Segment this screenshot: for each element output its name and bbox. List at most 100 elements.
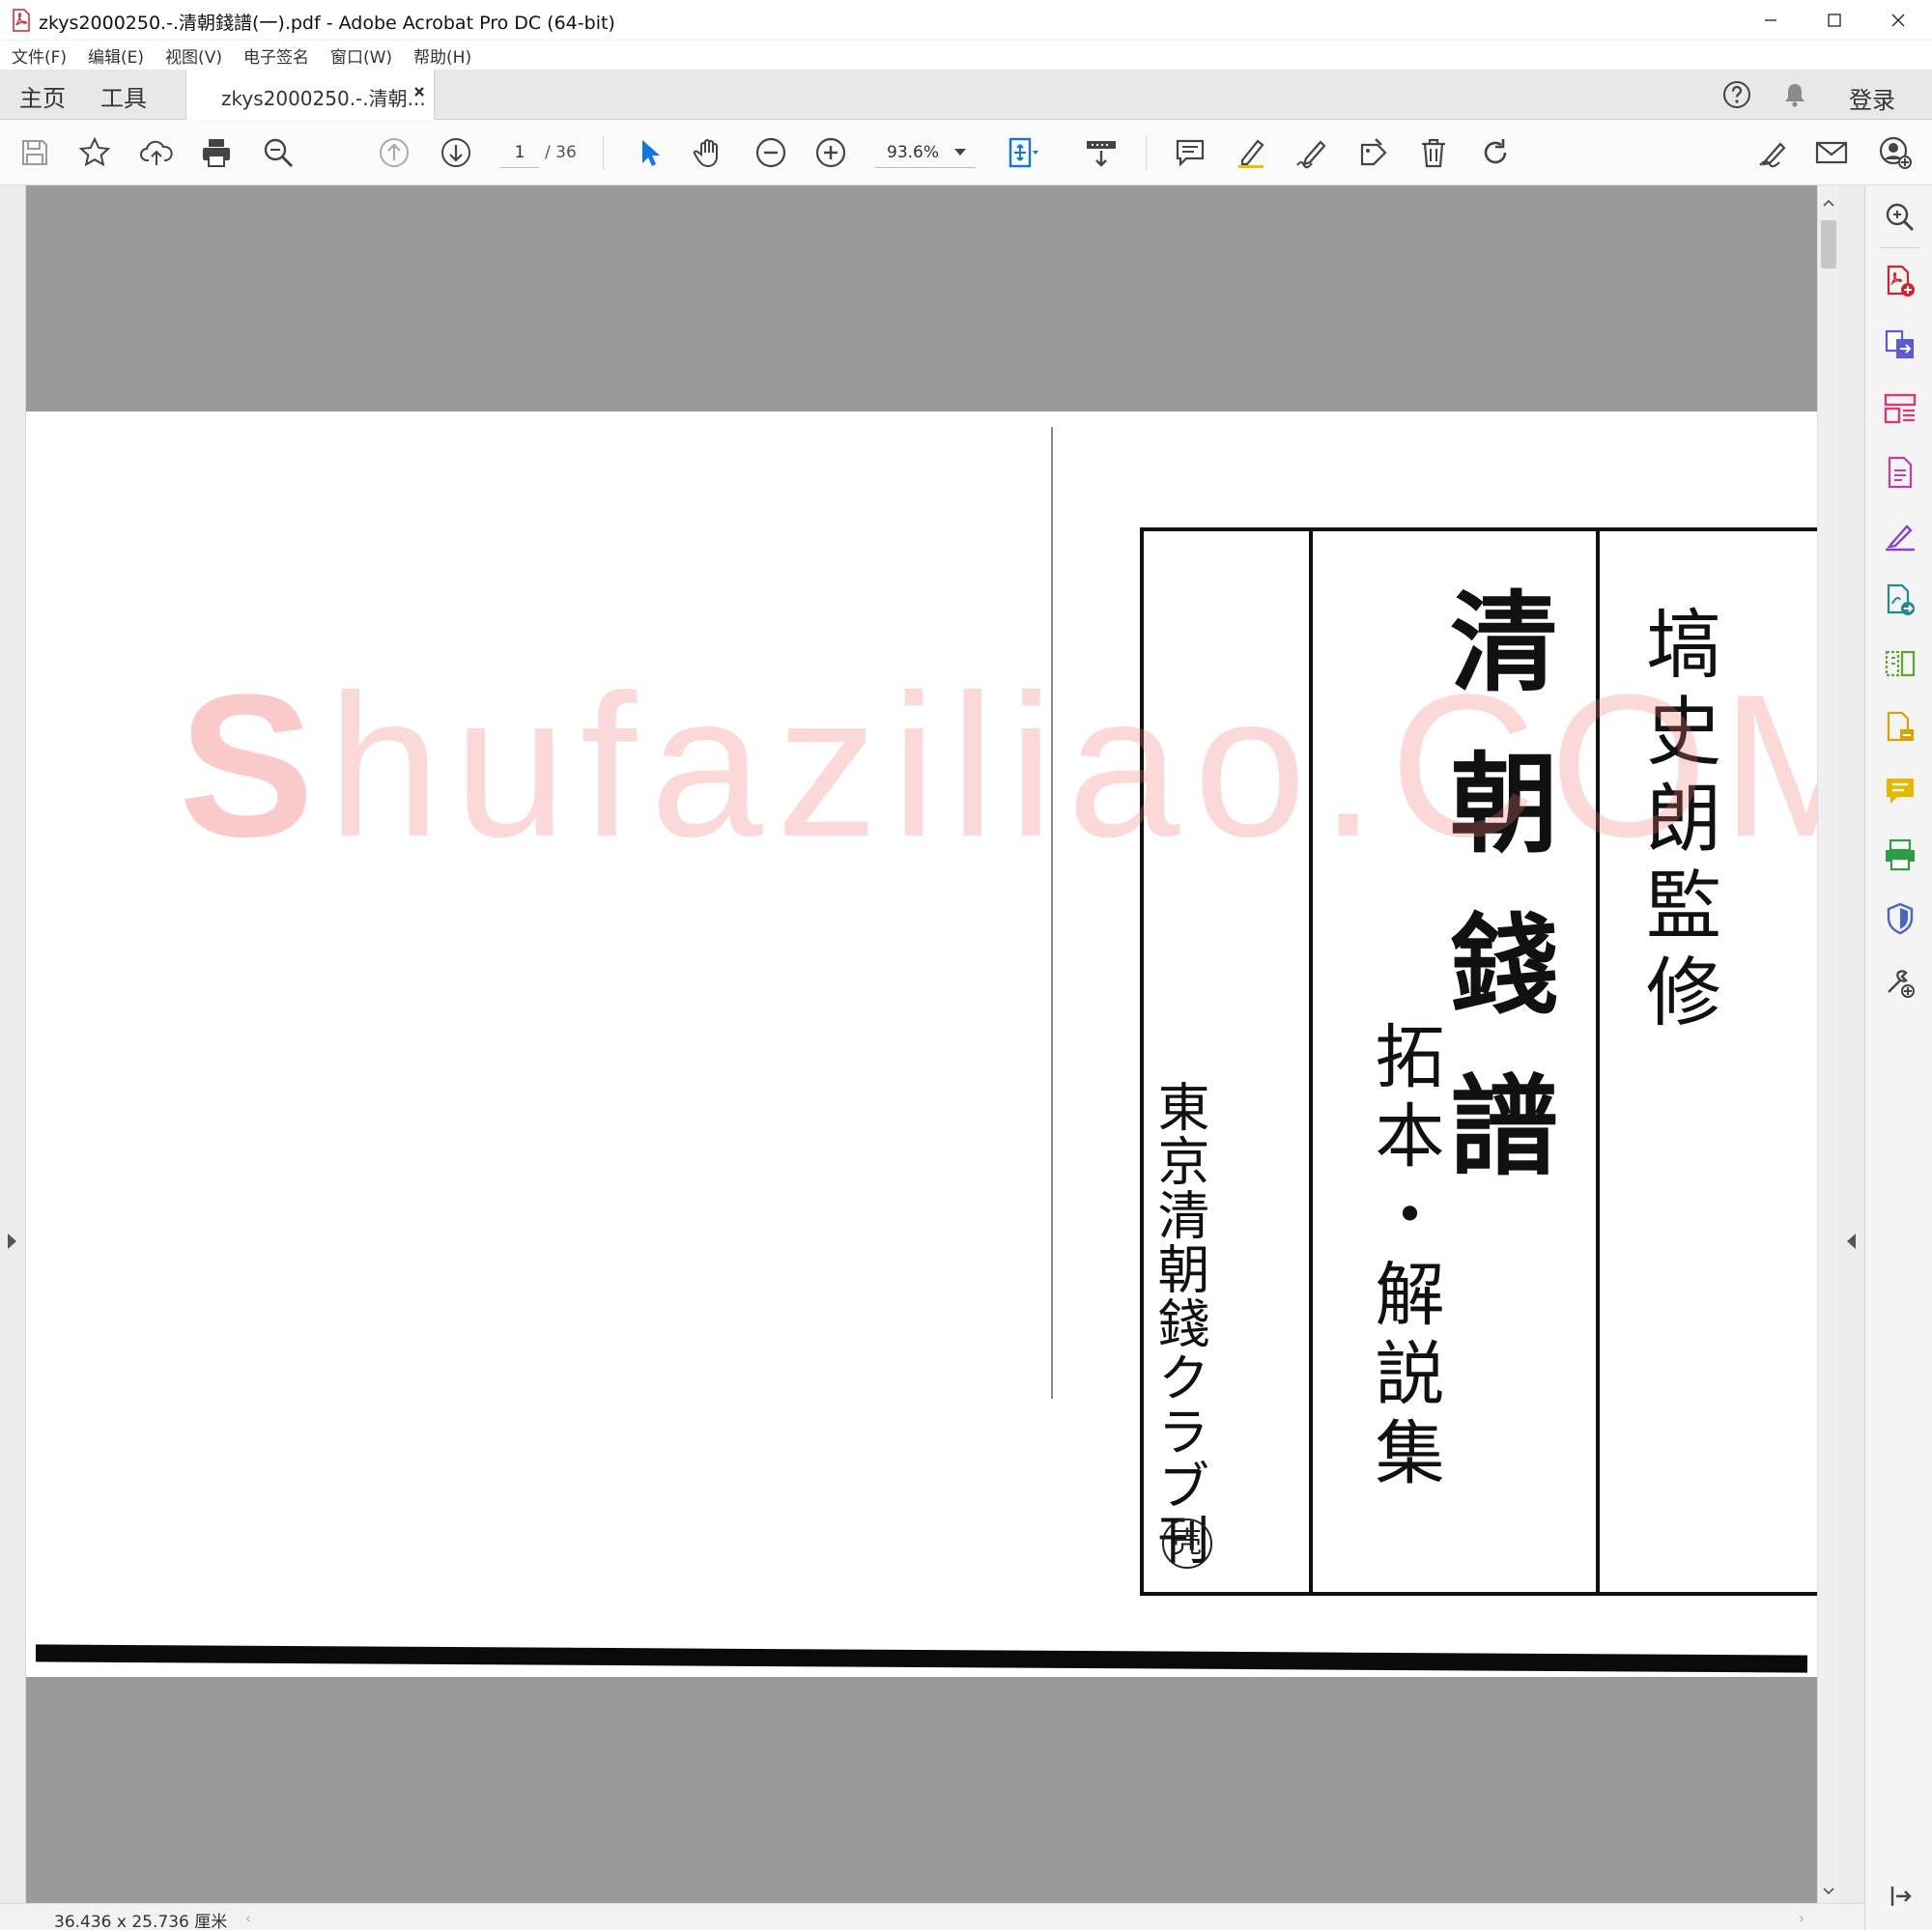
next-page-icon (441, 138, 470, 167)
page-size-readout: 36.436 x 25.736 厘米 (54, 1913, 228, 1930)
request-signature-icon (1887, 583, 1915, 615)
upload-cloud-icon (140, 140, 173, 165)
frame-divider (1596, 531, 1600, 1596)
scroll-down-icon[interactable] (1823, 1887, 1834, 1895)
tool-organize-pages[interactable] (1882, 390, 1918, 427)
right-pane-toggle[interactable] (1838, 185, 1864, 1903)
left-panel-toggle[interactable] (0, 185, 26, 1903)
share-user-button[interactable] (1876, 133, 1915, 172)
acrobat-pdf-icon (13, 9, 30, 32)
document-viewer[interactable]: 塙史朗監修 清朝錢譜 拓本・解説集 東京清朝錢クラブ刊 壳 Shufazilia… (26, 185, 1817, 1903)
tab-bar: 主页 工具 zkys2000250.-.清朝... 登录 (0, 70, 1932, 120)
zoom-out-button[interactable] (752, 133, 790, 172)
tool-search-zoom[interactable] (1882, 199, 1918, 236)
menu-help[interactable]: 帮助(H) (413, 43, 471, 68)
notification-bell-icon[interactable] (1779, 79, 1810, 110)
save-button[interactable] (15, 133, 54, 172)
tool-request-signature[interactable] (1882, 582, 1918, 618)
toolbar-divider (1146, 135, 1147, 170)
status-bar: 36.436 x 25.736 厘米 ‹ › (0, 1903, 1864, 1930)
zoom-in-button[interactable] (811, 133, 850, 172)
find-button[interactable] (259, 133, 298, 172)
document-tab-label: zkys2000250.-.清朝... (221, 87, 426, 110)
minimize-button[interactable] (1739, 0, 1803, 41)
page-total: / 36 (545, 143, 577, 162)
tool-create-pdf[interactable] (1882, 263, 1918, 299)
highlight-button[interactable] (1233, 133, 1271, 172)
email-button[interactable] (1812, 133, 1851, 172)
tool-export-file[interactable] (1882, 709, 1918, 746)
rotate-button[interactable] (1476, 133, 1515, 172)
compare-icon (1885, 650, 1916, 677)
tool-more-tools[interactable] (1882, 964, 1918, 1001)
tab-document[interactable]: zkys2000250.-.清朝... (185, 70, 435, 120)
delete-button[interactable] (1414, 133, 1453, 172)
hand-tool-button[interactable] (690, 133, 728, 172)
publisher-text: 東京清朝錢クラブ刊 (1149, 1080, 1209, 1567)
menu-esign[interactable]: 电子签名 (243, 43, 309, 68)
expand-left-pane-icon[interactable] (8, 1234, 16, 1249)
tool-protect[interactable] (1882, 900, 1918, 937)
close-window-button[interactable] (1866, 0, 1930, 41)
menu-file[interactable]: 文件(F) (12, 43, 67, 68)
print-button[interactable] (197, 133, 236, 172)
page-number-input[interactable]: 1 (500, 137, 539, 168)
fill-sign-icon (1886, 525, 1915, 552)
comment-button[interactable] (1171, 133, 1209, 172)
minimize-icon (1765, 19, 1776, 21)
more-tools-icon (1888, 970, 1915, 998)
tab-home[interactable]: 主页 (19, 79, 66, 113)
tool-scan[interactable] (1882, 837, 1918, 873)
tool-comment[interactable] (1882, 773, 1918, 809)
zoom-search-icon (264, 138, 294, 168)
close-tab-icon[interactable] (412, 85, 426, 99)
scroll-mode-icon (1087, 141, 1116, 167)
scroll-up-icon[interactable] (1823, 199, 1834, 207)
tab-tools[interactable]: 工具 (100, 79, 147, 113)
menu-window[interactable]: 窗口(W) (330, 43, 392, 68)
select-tool-button[interactable] (630, 133, 668, 172)
prev-page-icon (380, 138, 409, 167)
menu-view[interactable]: 视图(V) (165, 43, 222, 68)
zoom-in-icon (815, 137, 846, 168)
toolbar: 1 / 36 93.6% (0, 120, 1932, 185)
scrollbar-thumb[interactable] (1821, 220, 1836, 269)
zoom-dropdown-arrow-icon[interactable] (954, 149, 966, 156)
scroll-right-icon[interactable]: › (1799, 1910, 1804, 1927)
fit-page-button[interactable] (1005, 133, 1043, 172)
organize-pages-icon (1884, 393, 1917, 424)
scroll-left-icon[interactable]: ‹ (245, 1910, 251, 1927)
bookmark-button[interactable] (75, 133, 114, 172)
tool-fill-sign[interactable] (1882, 518, 1918, 554)
upload-button[interactable] (137, 133, 176, 172)
collapse-tools-pane-button[interactable] (1882, 1878, 1918, 1915)
tools-pane (1864, 185, 1932, 1930)
close-icon (1891, 14, 1905, 27)
vertical-scrollbar[interactable] (1817, 185, 1838, 1903)
next-page-button[interactable] (437, 133, 475, 172)
login-link[interactable]: 登录 (1849, 81, 1895, 115)
highlight-pen-icon (1238, 139, 1264, 168)
edit-pdf-icon (1888, 456, 1913, 489)
help-icon[interactable] (1721, 79, 1752, 110)
create-pdf-icon (1887, 265, 1915, 297)
fit-page-icon (1009, 137, 1038, 168)
page-fold-line (1051, 427, 1053, 1399)
maximize-button[interactable] (1803, 0, 1866, 41)
collapse-right-pane-icon[interactable] (1847, 1234, 1856, 1249)
tool-edit-pdf[interactable] (1882, 454, 1918, 491)
stamp-button[interactable] (1354, 133, 1393, 172)
menu-edit[interactable]: 编辑(E) (88, 43, 144, 68)
draw-button[interactable] (1293, 133, 1331, 172)
previous-page-button[interactable] (375, 133, 413, 172)
tool-compare[interactable] (1882, 645, 1918, 682)
title-bar: zkys2000250.-.清朝錢譜(一).pdf - Adobe Acroba… (0, 0, 1932, 41)
scroll-mode-button[interactable] (1082, 133, 1121, 172)
bookmark-star-icon (78, 136, 111, 167)
select-arrow-icon (642, 140, 660, 166)
book-title: 清朝錢譜 (1432, 585, 1558, 1231)
delete-icon (1422, 138, 1445, 168)
tool-export-pdf[interactable] (1882, 326, 1918, 363)
hand-icon (693, 139, 718, 168)
fill-sign-button[interactable] (1754, 133, 1793, 172)
